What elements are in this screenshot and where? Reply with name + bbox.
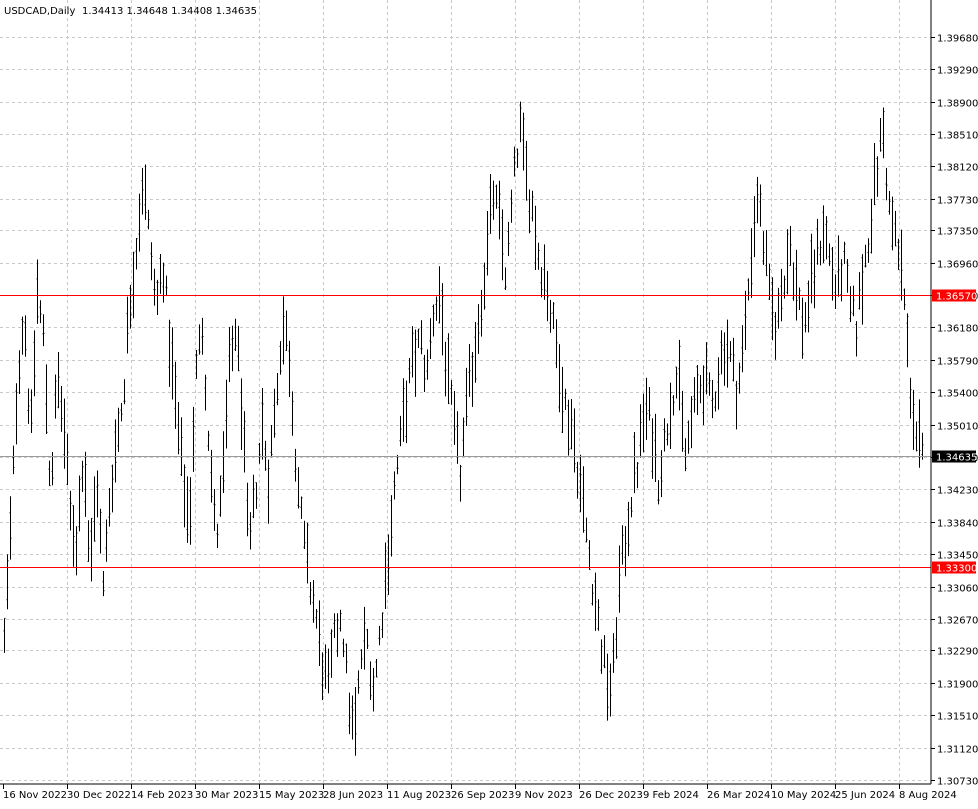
x-tick-label: 28 Jun 2023 xyxy=(323,790,383,801)
level-price-label: 1.36570 xyxy=(936,292,977,303)
y-tick-label: 1.33060 xyxy=(937,584,978,595)
x-tick-label: 26 Sep 2023 xyxy=(451,790,514,801)
y-tick-label: 1.37350 xyxy=(937,227,978,238)
x-tick-label: 9 Feb 2024 xyxy=(643,790,699,801)
chart-background xyxy=(0,0,978,805)
y-tick-label: 1.38900 xyxy=(937,99,978,110)
y-tick-label: 1.39290 xyxy=(937,66,978,77)
x-tick-label: 11 Aug 2023 xyxy=(387,790,451,801)
y-tick-label: 1.33450 xyxy=(937,551,978,562)
x-tick-label: 10 May 2024 xyxy=(771,790,836,801)
usdcad-daily-chart[interactable]: 1.39680 1.39290 1.38900 1.38510 1.38120 1.377… xyxy=(0,0,978,805)
x-tick-label: 16 Nov 2022 xyxy=(3,790,67,801)
x-tick-label: 9 Nov 2023 xyxy=(515,790,573,801)
y-tick-label: 1.38510 xyxy=(937,131,978,142)
x-tick-label: 14 Feb 2023 xyxy=(131,790,193,801)
y-tick-label: 1.37730 xyxy=(937,196,978,207)
chart-ohlc-label: 1.34413 1.34648 1.34408 1.34635 xyxy=(82,6,257,17)
y-tick-label: 1.31510 xyxy=(937,712,978,723)
chart-symbol-label: USDCAD,Daily xyxy=(4,6,75,17)
x-tick-label: 30 Mar 2023 xyxy=(195,790,258,801)
y-tick-label: 1.36960 xyxy=(937,260,978,271)
y-tick-label: 1.35010 xyxy=(937,422,978,433)
y-tick-label: 1.35790 xyxy=(937,357,978,368)
y-tick-label: 1.36180 xyxy=(937,324,978,335)
y-tick-label: 1.31900 xyxy=(937,680,978,691)
level-price-label: 1.33300 xyxy=(936,564,977,575)
x-tick-label: 15 May 2023 xyxy=(259,790,324,801)
x-tick-label: 25 Jun 2024 xyxy=(835,790,895,801)
y-tick-label: 1.38120 xyxy=(937,163,978,174)
y-tick-label: 1.32670 xyxy=(937,616,978,627)
x-tick-label: 26 Mar 2024 xyxy=(707,790,770,801)
y-tick-label: 1.32290 xyxy=(937,647,978,658)
y-tick-label: 1.39680 xyxy=(937,34,978,45)
x-tick-label: 26 Dec 2023 xyxy=(579,790,643,801)
current-price-label: 1.34635 xyxy=(936,453,977,464)
y-tick-label: 1.34230 xyxy=(937,486,978,497)
y-tick-label: 1.31120 xyxy=(937,745,978,756)
y-tick-label: 1.35400 xyxy=(937,389,978,400)
chart-canvas[interactable]: 1.39680 1.39290 1.38900 1.38510 1.38120 1.377… xyxy=(0,0,978,805)
x-tick-label: 30 Dec 2022 xyxy=(67,790,131,801)
x-tick-label: 8 Aug 2024 xyxy=(899,790,957,801)
y-tick-label: 1.30730 xyxy=(937,777,978,788)
y-tick-label: 1.33840 xyxy=(937,519,978,530)
